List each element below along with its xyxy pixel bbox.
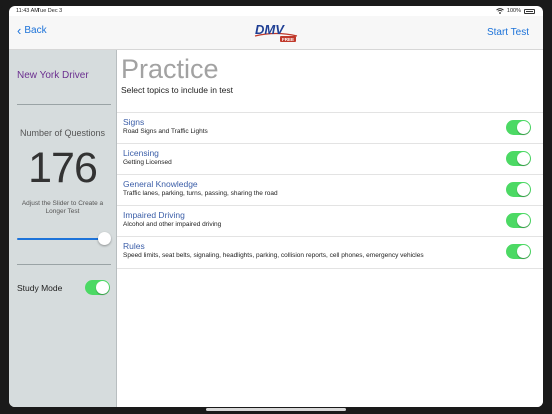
toggle-knob [517, 121, 530, 134]
study-mode-label: Study Mode [17, 283, 63, 293]
page-subtitle: Select topics to include in test [121, 85, 233, 95]
topic-description: Traffic lanes, parking, turns, passing, … [123, 190, 278, 197]
status-date: Tue Dec 3 [37, 8, 63, 14]
questions-count: 176 [28, 144, 98, 192]
start-test-button[interactable]: Start Test [487, 27, 529, 38]
topic-toggle-licensing[interactable] [506, 151, 531, 166]
toggle-knob [517, 214, 530, 227]
topic-description: Speed limits, seat belts, signaling, hea… [123, 252, 424, 259]
questions-label: Number of Questions [19, 128, 106, 138]
slider-track [17, 238, 111, 240]
slider-thumb[interactable] [98, 232, 111, 245]
status-right: 100% [496, 8, 535, 14]
toggle-knob [517, 245, 530, 258]
home-indicator[interactable] [206, 408, 346, 411]
status-bar: 11:43 AM Tue Dec 3 100% [9, 6, 543, 16]
battery-icon [524, 8, 535, 14]
topic-title: Impaired Driving [123, 210, 185, 220]
toggle-knob [517, 152, 530, 165]
navigation-bar: ‹ Back DMV FREE Start Test [9, 16, 543, 50]
logo-text: DMV [255, 22, 285, 37]
sidebar-divider [17, 264, 111, 265]
topic-description: Road Signs and Traffic Lights [123, 128, 208, 135]
topic-title: Signs [123, 117, 145, 127]
topic-toggle-impaired-driving[interactable] [506, 213, 531, 228]
wifi-icon [496, 8, 504, 14]
topic-title: General Knowledge [123, 179, 198, 189]
page-title: Practice [121, 54, 219, 84]
topic-row-rules: Rules Speed limits, seat belts, signalin… [117, 236, 543, 269]
slider-hint: Adjust the Slider to Create a Longer Tes… [21, 200, 104, 215]
back-label: Back [24, 25, 47, 36]
sidebar-divider [17, 104, 111, 105]
back-button[interactable]: ‹ Back [17, 22, 47, 38]
topic-row-licensing: Licensing Getting Licensed [117, 143, 543, 175]
status-time: 11:43 AM [16, 8, 39, 14]
toggle-knob [96, 281, 109, 294]
topic-row-signs: Signs Road Signs and Traffic Lights [117, 112, 543, 144]
chevron-left-icon: ‹ [17, 22, 22, 38]
topic-row-general-knowledge: General Knowledge Traffic lanes, parking… [117, 174, 543, 206]
state-name: New York Driver [17, 70, 89, 81]
topic-title: Rules [123, 241, 145, 251]
dmv-logo: DMV FREE [254, 22, 298, 42]
battery-percent: 100% [506, 8, 521, 14]
topic-toggle-signs[interactable] [506, 120, 531, 135]
topic-description: Alcohol and other impaired driving [123, 221, 222, 228]
logo-badge: FREE [282, 37, 294, 42]
sidebar: New York Driver Number of Questions 176 … [9, 50, 117, 407]
topic-toggle-general-knowledge[interactable] [506, 182, 531, 197]
device-frame: 11:43 AM Tue Dec 3 100% ‹ Back DMV FREE … [0, 0, 552, 414]
topic-row-impaired-driving: Impaired Driving Alcohol and other impai… [117, 205, 543, 237]
toggle-knob [517, 183, 530, 196]
topic-description: Getting Licensed [123, 159, 172, 166]
app-screen: 11:43 AM Tue Dec 3 100% ‹ Back DMV FREE … [9, 6, 543, 407]
topic-toggle-rules[interactable] [506, 244, 531, 259]
question-count-slider[interactable] [17, 232, 111, 246]
study-mode-toggle[interactable] [85, 280, 110, 295]
topic-title: Licensing [123, 148, 159, 158]
main-content: Practice Select topics to include in tes… [117, 50, 543, 407]
